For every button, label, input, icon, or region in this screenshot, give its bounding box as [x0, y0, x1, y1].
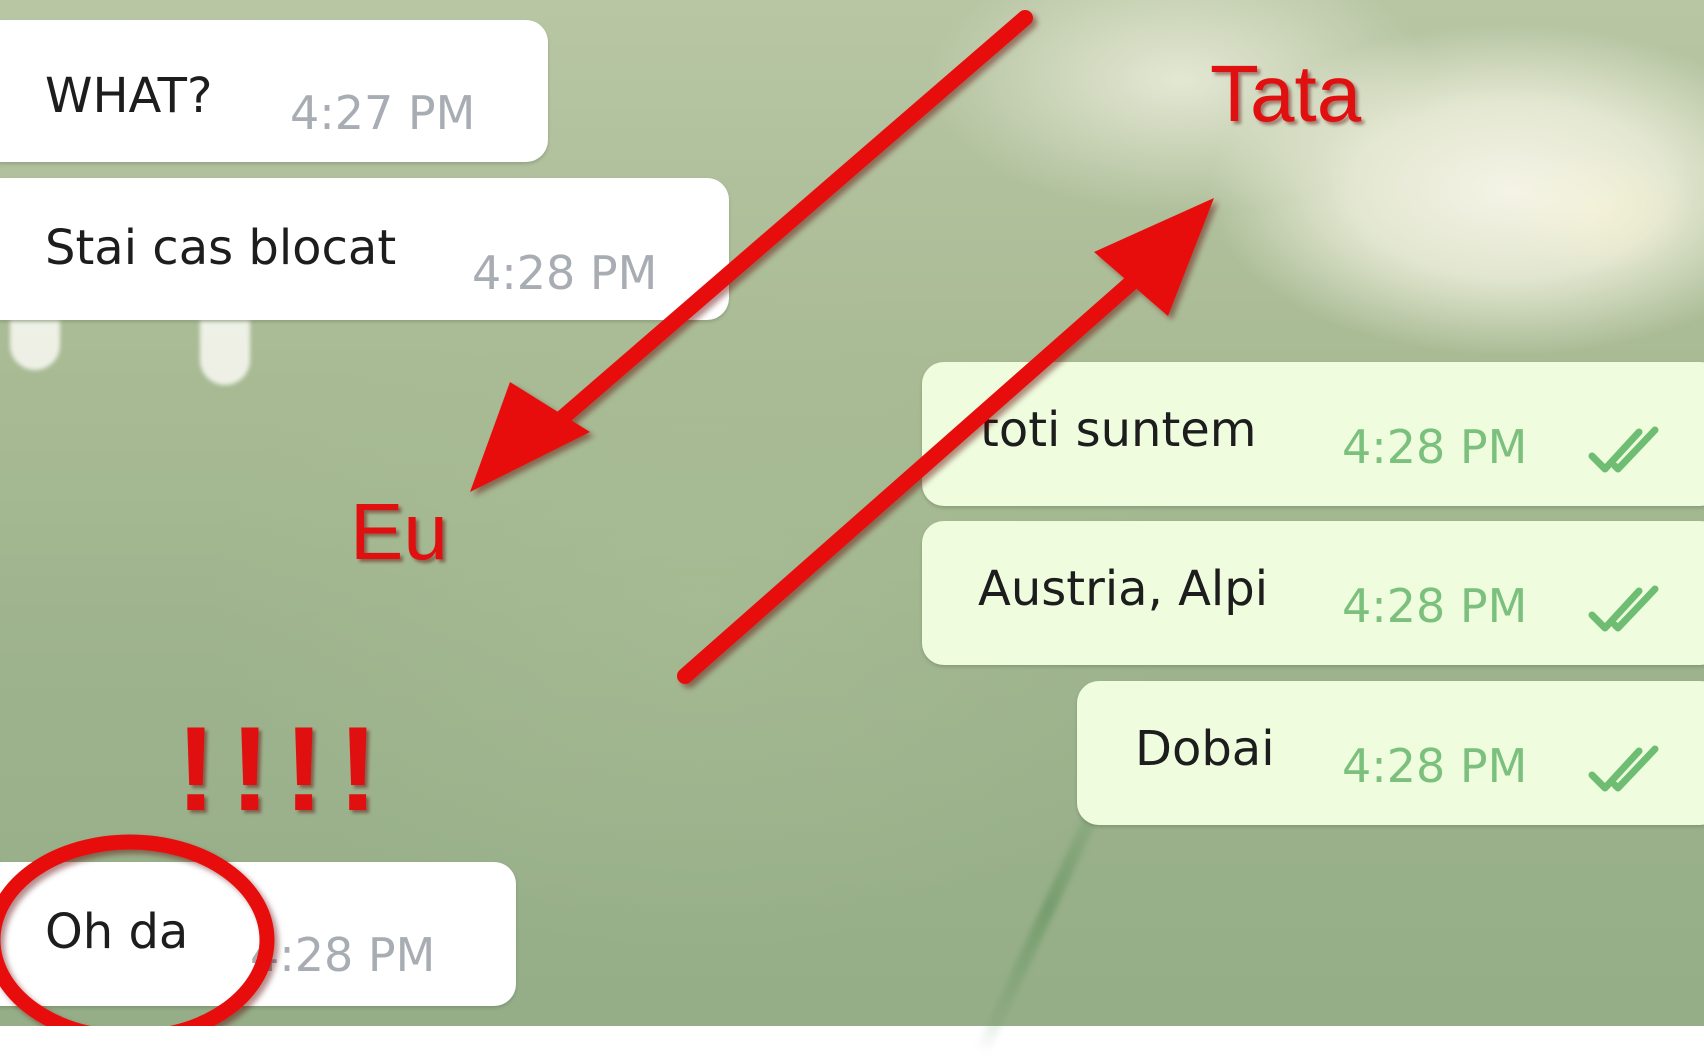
message-bubble-outgoing[interactable]: Austria, Alpi 4:28 PM — [922, 521, 1704, 665]
wallpaper-petal — [10, 320, 60, 370]
annotation-exclamation-marks: !!!! — [176, 702, 392, 836]
message-time: 4:27 PM — [290, 86, 476, 140]
message-bubble-outgoing[interactable]: toti suntem 4:28 PM — [922, 362, 1704, 506]
annotation-label-tata: Tata — [1210, 49, 1362, 138]
message-bubble-incoming[interactable]: Stai cas blocat 4:28 PM — [0, 178, 729, 320]
message-text: WHAT? — [45, 68, 213, 124]
message-text: Stai cas blocat — [45, 220, 397, 276]
message-text: toti suntem — [980, 402, 1257, 458]
message-time: 4:28 PM — [250, 928, 436, 982]
message-time: 4:28 PM — [1342, 420, 1528, 474]
message-time: 4:28 PM — [1342, 739, 1528, 793]
double-check-icon — [1588, 745, 1659, 792]
double-check-icon — [1588, 426, 1659, 473]
message-bubble-incoming[interactable]: Oh da 4:28 PM — [0, 862, 516, 1006]
annotation-label-eu: Eu — [350, 487, 448, 576]
message-time: 4:28 PM — [1342, 579, 1528, 633]
message-text: Oh da — [45, 904, 189, 960]
message-text: Austria, Alpi — [978, 561, 1269, 617]
message-bubble-incoming[interactable]: WHAT? 4:27 PM — [0, 20, 548, 162]
double-check-icon — [1588, 585, 1659, 632]
wallpaper-petal — [200, 320, 250, 385]
message-text: Dobai — [1135, 721, 1275, 777]
message-time: 4:28 PM — [472, 246, 658, 300]
message-bubble-outgoing[interactable]: Dobai 4:28 PM — [1077, 681, 1704, 825]
